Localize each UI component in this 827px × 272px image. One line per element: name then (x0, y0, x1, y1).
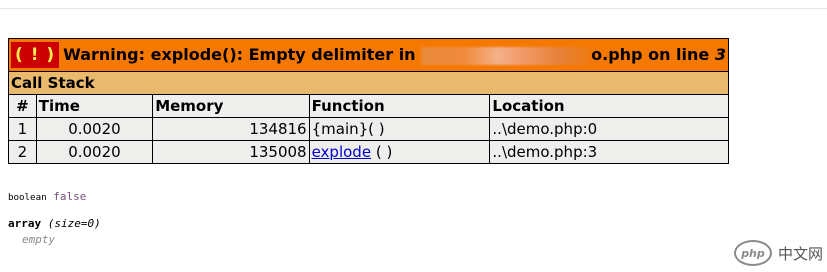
var-dump-empty-label: empty (22, 233, 56, 246)
warning-icon: ( ! ) (11, 42, 60, 68)
table-row: 1 0.0020 134816 {main}( ) ..\demo.php:0 (8, 117, 729, 141)
var-dump-array: array (size=0) (8, 217, 101, 230)
row-num: 1 (8, 117, 37, 141)
var-dump-array-type: array (8, 217, 42, 230)
row-num: 2 (8, 140, 37, 164)
row-location: ..\demo.php:0 (489, 117, 729, 141)
warning-header: ( ! ) Warning: explode(): Empty delimiter… (8, 38, 729, 72)
row-function: explode ( ) (308, 140, 491, 164)
watermark: php 中文网 (733, 240, 823, 266)
php-logo-icon: php (733, 240, 772, 266)
warning-message: Warning: explode(): Empty delimiter in o… (63, 45, 726, 65)
row-function: {main}( ) (308, 117, 491, 141)
top-divider (0, 8, 827, 9)
xdebug-error-table: ( ! ) Warning: explode(): Empty delimiter… (8, 38, 729, 164)
var-dump-boolean: boolean false (8, 190, 86, 203)
header-memory: Memory (152, 94, 310, 118)
header-num: # (8, 94, 37, 118)
warning-line-number: 3 (714, 45, 726, 65)
table-row: 2 0.0020 135008 explode ( ) ..\demo.php:… (8, 140, 729, 164)
row-function-args: ( ) (371, 143, 393, 161)
row-memory: 135008 (152, 140, 310, 164)
header-function: Function (308, 94, 491, 118)
warning-message-prefix: Warning: explode(): Empty delimiter in (63, 45, 416, 65)
warning-row: ( ! ) Warning: explode(): Empty delimiter… (8, 38, 729, 72)
var-dump-type: boolean (8, 192, 47, 203)
var-dump-array-size: (size=0) (47, 217, 101, 230)
call-stack-header-row: # Time Memory Function Location (8, 94, 729, 118)
header-time: Time (35, 94, 154, 118)
row-location: ..\demo.php:3 (489, 140, 729, 164)
row-time: 0.0020 (35, 117, 154, 141)
warning-message-suffix: o.php on line (591, 45, 710, 65)
var-dump-value: false (53, 190, 87, 203)
row-memory: 134816 (152, 117, 310, 141)
header-location: Location (489, 94, 729, 118)
explode-doc-link[interactable]: explode (312, 143, 371, 161)
call-stack-title: Call Stack (8, 71, 729, 95)
watermark-text: 中文网 (777, 244, 823, 263)
call-stack-title-row: Call Stack (8, 71, 729, 95)
redacted-path (421, 46, 592, 65)
var-dump-empty: empty (22, 233, 55, 246)
row-time: 0.0020 (35, 140, 154, 164)
